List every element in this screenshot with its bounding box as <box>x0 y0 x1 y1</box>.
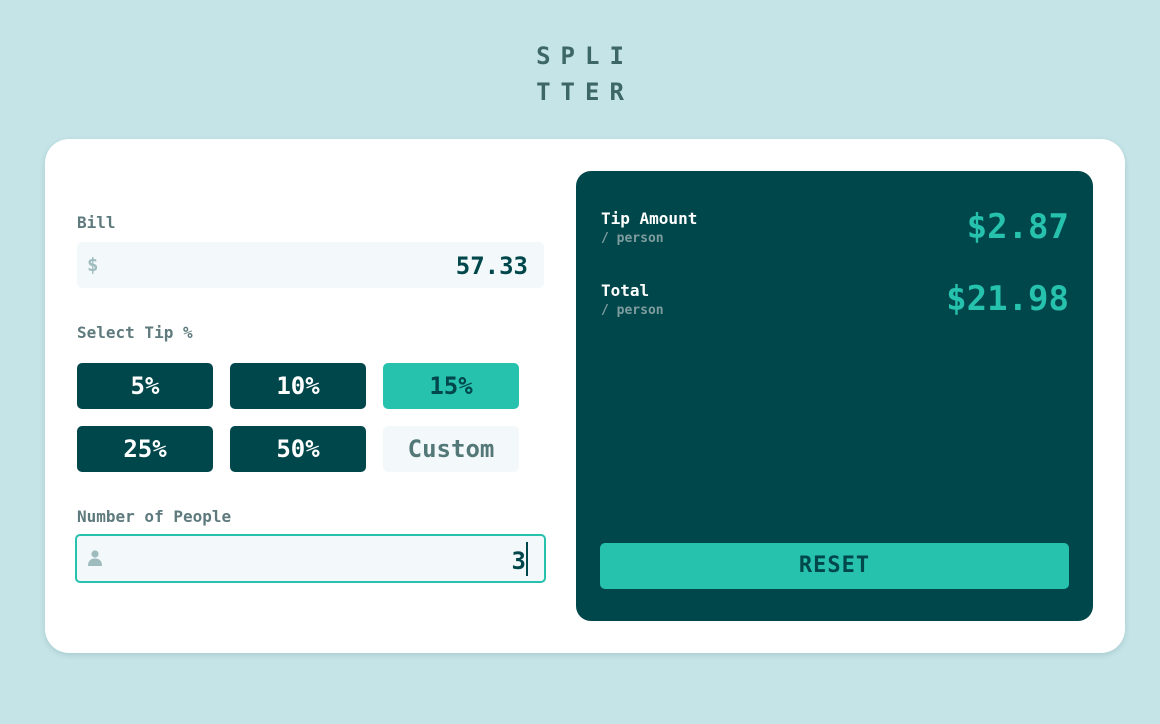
select-tip-label: Select Tip % <box>77 323 193 342</box>
total-value: $21.98 <box>946 279 1069 319</box>
logo-line-1: SPLI <box>536 42 634 70</box>
total-sub: / person <box>601 303 664 318</box>
bill-label: Bill <box>77 213 116 232</box>
tip-button-5[interactable]: 5% <box>77 363 213 409</box>
bill-input[interactable]: $ 57.33 <box>77 242 544 288</box>
tip-amount-value: $2.87 <box>966 207 1069 247</box>
results-panel: Tip Amount / person $2.87 Total / person… <box>576 171 1093 621</box>
people-label: Number of People <box>77 507 232 526</box>
total-label: Total <box>601 281 650 300</box>
custom-tip-input[interactable]: Custom <box>383 426 519 472</box>
tip-button-25[interactable]: 25% <box>77 426 213 472</box>
tip-button-50[interactable]: 50% <box>230 426 366 472</box>
people-input[interactable]: 3 <box>75 534 546 583</box>
logo-line-2: TTER <box>536 78 634 106</box>
tip-amount-sub: / person <box>601 231 664 246</box>
tip-amount-label: Tip Amount <box>601 209 698 228</box>
reset-button[interactable]: RESET <box>600 543 1069 589</box>
bill-value: 57.33 <box>455 252 528 280</box>
app-logo: SPLI TTER <box>0 38 1160 110</box>
person-icon <box>88 550 102 566</box>
calculator-card: Bill $ 57.33 Select Tip % 5% 10% 15% 25%… <box>45 139 1125 653</box>
tip-button-10[interactable]: 10% <box>230 363 366 409</box>
dollar-icon: $ <box>87 254 99 276</box>
people-value: 3 <box>511 547 526 575</box>
tip-button-15[interactable]: 15% <box>383 363 519 409</box>
text-caret <box>526 542 528 576</box>
